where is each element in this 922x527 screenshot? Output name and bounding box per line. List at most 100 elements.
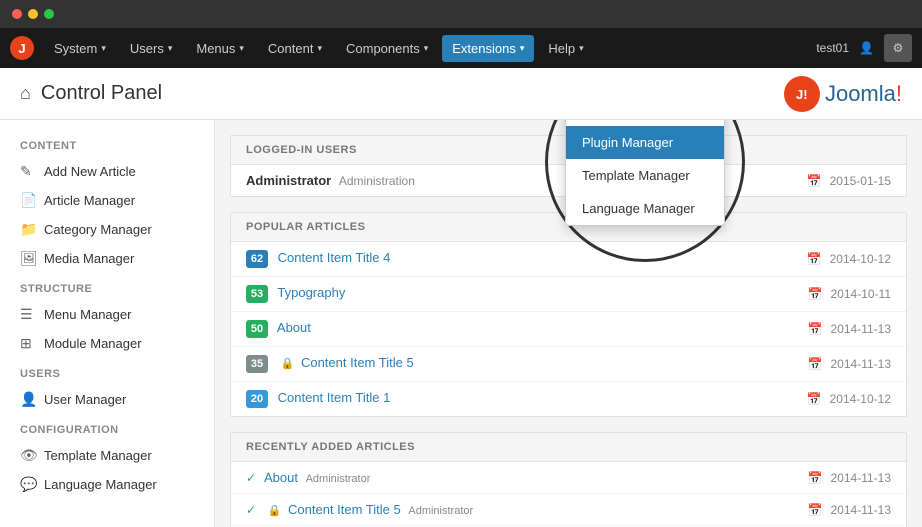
popular-article-row: 50 About 📅 2014-11-13: [231, 312, 906, 347]
maximize-dot[interactable]: [44, 9, 54, 19]
article-icon: 📄: [20, 192, 36, 209]
sidebar-section-users: USERS: [0, 358, 214, 385]
main-layout: CONTENT ✎ Add New Article 📄 Article Mana…: [0, 120, 922, 527]
sidebar-item-category-manager[interactable]: 📁 Category Manager: [0, 215, 214, 244]
popular-article-row: 20 Content Item Title 1 📅 2014-10-12: [231, 382, 906, 416]
language-icon: 💬: [20, 476, 36, 493]
article-badge: 35: [246, 355, 268, 373]
check-icon: ✓: [246, 471, 256, 485]
minimize-dot[interactable]: [28, 9, 38, 19]
top-nav: J System ▾ Users ▾ Menus ▾ Content ▾ Com…: [0, 28, 922, 68]
user-name: Administrator: [246, 173, 331, 188]
sidebar-item-template-manager[interactable]: 👁 Template Manager: [0, 441, 214, 470]
dropdown-menu: Module Manager Plugin Manager Template M…: [565, 120, 725, 226]
article-link[interactable]: Content Item Title 1: [278, 390, 391, 405]
menu-icon: ☰: [20, 306, 36, 323]
check-icon: ✓: [246, 503, 256, 517]
user-icon: 👤: [20, 391, 36, 408]
user-icon: 👤: [859, 41, 874, 55]
calendar-icon: 📅: [807, 392, 822, 406]
top-nav-right: test01 👤 ⚙: [816, 34, 912, 62]
extensions-dropdown: Module Manager Plugin Manager Template M…: [565, 120, 725, 226]
template-icon: 👁: [20, 447, 36, 464]
sidebar-item-module-manager[interactable]: ⊞ Module Manager: [0, 329, 214, 358]
article-link[interactable]: Content Item Title 5: [288, 502, 401, 517]
lock-icon: 🔒: [281, 358, 295, 370]
sidebar-item-user-manager[interactable]: 👤 User Manager: [0, 385, 214, 414]
article-badge: 50: [246, 320, 268, 338]
chevron-down-icon: ▾: [168, 43, 173, 54]
settings-button[interactable]: ⚙: [884, 34, 912, 62]
dropdown-item-plugin-manager[interactable]: Plugin Manager: [566, 126, 724, 159]
logged-in-user: test01: [816, 41, 849, 55]
calendar-icon: 📅: [808, 357, 823, 371]
nav-system[interactable]: System ▾: [44, 35, 116, 62]
joomla-nav-logo: J: [10, 36, 34, 60]
nav-components[interactable]: Components ▾: [336, 35, 438, 62]
page-header: ⌂ Control Panel J! Joomla!: [0, 68, 922, 120]
sidebar-item-language-manager[interactable]: 💬 Language Manager: [0, 470, 214, 499]
page-title: Control Panel: [41, 82, 162, 105]
nav-users[interactable]: Users ▾: [120, 35, 182, 62]
media-icon: 🖼: [20, 250, 36, 267]
article-link[interactable]: About: [277, 320, 311, 335]
calendar-icon: 📅: [807, 252, 822, 266]
module-icon: ⊞: [20, 335, 36, 352]
chevron-down-icon: ▾: [520, 43, 525, 54]
joomla-logo: J! Joomla!: [784, 76, 902, 112]
close-dot[interactable]: [12, 9, 22, 19]
joomla-brand-icon: J!: [784, 76, 820, 112]
sidebar-item-article-manager[interactable]: 📄 Article Manager: [0, 186, 214, 215]
popular-articles-section: POPULAR ARTICLES 62 Content Item Title 4…: [230, 212, 907, 417]
recently-added-header: RECENTLY ADDED ARTICLES: [231, 433, 906, 462]
folder-icon: 📁: [20, 221, 36, 238]
calendar-icon: 📅: [808, 503, 823, 517]
chevron-down-icon: ▾: [101, 43, 106, 54]
user-role: Administration: [339, 174, 415, 188]
user-date: 2015-01-15: [830, 174, 891, 188]
calendar-icon: 📅: [808, 287, 823, 301]
home-icon[interactable]: ⌂: [20, 83, 31, 104]
recent-article-row: ✓ About Administrator 📅 2014-11-13: [231, 462, 906, 494]
nav-extensions[interactable]: Extensions ▾: [442, 35, 534, 62]
article-badge: 20: [246, 390, 268, 408]
article-link[interactable]: Content Item Title 4: [278, 250, 391, 265]
recently-added-section: RECENTLY ADDED ARTICLES ✓ About Administ…: [230, 432, 907, 527]
chevron-down-icon: ▾: [424, 43, 429, 54]
article-link[interactable]: Content Item Title 5: [301, 355, 414, 370]
article-badge: 53: [246, 285, 268, 303]
sidebar-item-add-article[interactable]: ✎ Add New Article: [0, 157, 214, 186]
sidebar-section-structure: STRUCTURE: [0, 273, 214, 300]
article-link[interactable]: About: [264, 470, 298, 485]
calendar-icon: 📅: [807, 174, 822, 188]
dropdown-item-language-manager[interactable]: Language Manager: [566, 192, 724, 225]
header-left: ⌂ Control Panel: [20, 82, 162, 105]
article-link[interactable]: Typography: [277, 285, 345, 300]
sidebar: CONTENT ✎ Add New Article 📄 Article Mana…: [0, 120, 215, 527]
pencil-icon: ✎: [20, 163, 36, 180]
calendar-icon: 📅: [808, 322, 823, 336]
chevron-down-icon: ▾: [317, 43, 322, 54]
nav-menus[interactable]: Menus ▾: [186, 35, 254, 62]
chevron-down-icon: ▾: [579, 43, 584, 54]
title-bar: [0, 0, 922, 28]
lock-icon: 🔒: [268, 505, 282, 517]
nav-help[interactable]: Help ▾: [538, 35, 593, 62]
calendar-icon: 📅: [808, 471, 823, 485]
main-content: Module Manager Plugin Manager Template M…: [215, 120, 922, 527]
dropdown-item-template-manager[interactable]: Template Manager: [566, 159, 724, 192]
recent-article-row: ✓ 🔒 Content Item Title 5 Administrator 📅…: [231, 494, 906, 526]
popular-article-row: 35 🔒 Content Item Title 5 📅 2014-11-13: [231, 347, 906, 382]
joomla-brand-text: Joomla!: [825, 81, 902, 107]
chevron-down-icon: ▾: [239, 43, 244, 54]
popular-article-row: 53 Typography 📅 2014-10-11: [231, 277, 906, 312]
popular-article-row: 62 Content Item Title 4 📅 2014-10-12: [231, 242, 906, 277]
article-author: Administrator: [306, 473, 371, 485]
sidebar-section-content: CONTENT: [0, 130, 214, 157]
nav-content[interactable]: Content ▾: [258, 35, 332, 62]
article-badge: 62: [246, 250, 268, 268]
sidebar-item-menu-manager[interactable]: ☰ Menu Manager: [0, 300, 214, 329]
sidebar-item-media-manager[interactable]: 🖼 Media Manager: [0, 244, 214, 273]
svg-text:J!: J!: [796, 87, 808, 102]
article-author: Administrator: [408, 505, 473, 517]
